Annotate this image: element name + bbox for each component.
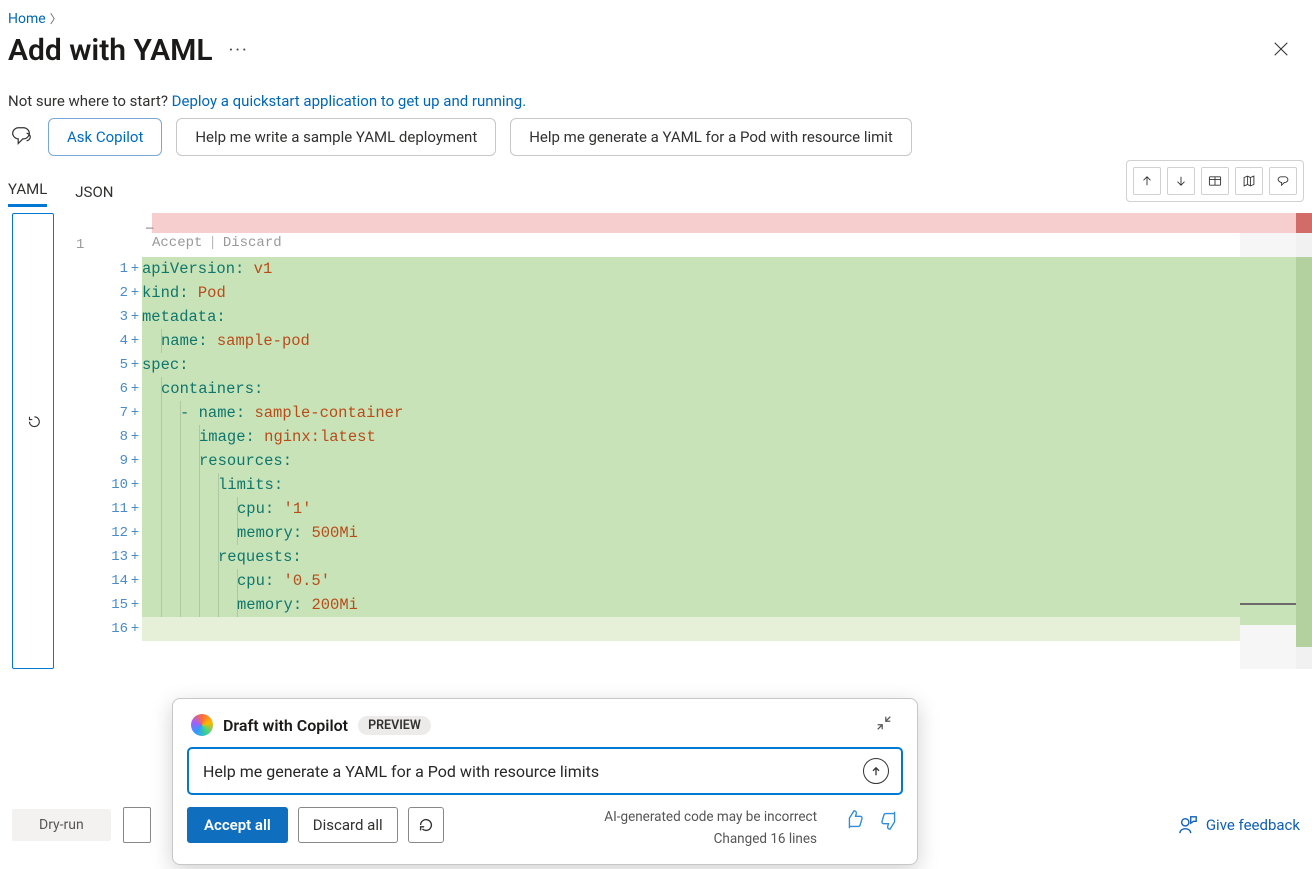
code-lines: 11+apiVersion: v12+kind: Pod3+metadata:4…: [54, 257, 1240, 641]
prompt-sample-deployment[interactable]: Help me write a sample YAML deployment: [176, 118, 496, 156]
deploy-quickstart-link[interactable]: Deploy a quickstart application to get u…: [172, 92, 527, 110]
code-line: 13+requests:: [54, 545, 1240, 569]
copilot-head: Draft with Copilot PREVIEW: [187, 709, 903, 747]
prompt-row: Ask Copilot Help me write a sample YAML …: [0, 118, 1312, 156]
copilot-toggle-button[interactable]: [1269, 167, 1297, 195]
minimap-added: [1240, 257, 1296, 625]
code-line: 9+resources:: [54, 449, 1240, 473]
code-line: 4+name: sample-pod: [54, 329, 1240, 353]
close-button[interactable]: [1268, 36, 1294, 66]
editor-tabstrip: YAML JSON: [0, 156, 1312, 207]
close-icon: [1272, 40, 1290, 58]
copilot-input-wrap: [187, 747, 903, 795]
codelens-discard[interactable]: Discard: [223, 231, 282, 255]
minimap[interactable]: [1240, 213, 1296, 669]
collapse-button[interactable]: [869, 713, 899, 737]
breadcrumb-home[interactable]: Home: [8, 11, 46, 27]
arrow-up-icon: [870, 765, 882, 778]
ruler-deleted: [1296, 213, 1312, 233]
overview-ruler[interactable]: [1296, 213, 1312, 669]
code-editor[interactable]: — Accept | Discard 11+apiVersion: v12+ki…: [54, 213, 1312, 669]
old-line-number: 1: [76, 233, 84, 257]
code-line: 6+containers:: [54, 377, 1240, 401]
ask-copilot-button[interactable]: Ask Copilot: [48, 118, 162, 156]
send-button[interactable]: [863, 758, 889, 784]
breadcrumb: Home 〉: [0, 0, 1312, 31]
copilot-title: Draft with Copilot: [223, 716, 348, 735]
arrow-down-icon: [1174, 172, 1188, 190]
tab-json[interactable]: JSON: [75, 177, 113, 207]
arrow-up-icon: [1140, 172, 1154, 190]
ruler-added: [1296, 257, 1312, 647]
give-feedback-label: Give feedback: [1206, 816, 1300, 834]
dry-run-button[interactable]: Dry-run: [12, 809, 111, 841]
hint-text: Not sure where to start? Deploy a quicks…: [0, 78, 1312, 118]
split-icon: [1208, 172, 1222, 190]
page-title: Add with YAML: [8, 33, 213, 68]
more-icon[interactable]: ···: [229, 42, 249, 60]
chevron-right-icon: 〉: [50, 10, 62, 27]
prompt-pod-resource-limits[interactable]: Help me generate a YAML for a Pod with r…: [510, 118, 912, 156]
minimap-deleted: [1240, 213, 1296, 233]
adjacent-button[interactable]: [123, 807, 151, 843]
codelens: Accept | Discard: [152, 233, 282, 253]
map-view-button[interactable]: [1235, 167, 1263, 195]
split-view-button[interactable]: [1201, 167, 1229, 195]
code-line: 12+memory: 500Mi: [54, 521, 1240, 545]
codelens-sep: |: [208, 231, 216, 255]
code-line: 16+: [54, 617, 1240, 641]
upload-button[interactable]: [1133, 167, 1161, 195]
deleted-strip: [152, 213, 1240, 233]
code-line: 1+apiVersion: v1: [54, 257, 1240, 281]
copilot-logo-icon: [191, 714, 213, 736]
editor-margin: [12, 213, 54, 669]
minimap-caret: [1240, 603, 1296, 605]
code-line: 8+image: nginx:latest: [54, 425, 1240, 449]
feedback-icon: [1178, 815, 1198, 835]
code-line: 2+kind: Pod: [54, 281, 1240, 305]
preview-badge: PREVIEW: [358, 716, 431, 735]
copilot-small-icon: [1276, 172, 1290, 190]
footer-bar: Dry-run Give feedback: [12, 807, 1300, 843]
give-feedback-link[interactable]: Give feedback: [1178, 815, 1300, 835]
copilot-icon: [8, 124, 34, 150]
code-line: 10+limits:: [54, 473, 1240, 497]
title-row: Add with YAML ···: [0, 31, 1312, 78]
editor-wrap: — Accept | Discard 11+apiVersion: v12+ki…: [12, 213, 1312, 669]
code-line: 14+cpu: '0.5': [54, 569, 1240, 593]
editor-toolbar: [1126, 160, 1304, 202]
page-root: Home 〉 Add with YAML ··· Not sure where …: [0, 0, 1312, 869]
tab-yaml[interactable]: YAML: [8, 174, 47, 207]
code-line: 7+- name: sample-container: [54, 401, 1240, 425]
code-line: 3+metadata:: [54, 305, 1240, 329]
map-icon: [1242, 172, 1256, 190]
code-line: 15+memory: 200Mi: [54, 593, 1240, 617]
hint-prefix: Not sure where to start?: [8, 92, 172, 110]
copilot-input[interactable]: [201, 761, 863, 782]
revert-icon[interactable]: [26, 414, 40, 432]
code-line: 5+spec:: [54, 353, 1240, 377]
code-line: 11+cpu: '1': [54, 497, 1240, 521]
collapse-icon: [875, 714, 893, 732]
download-button[interactable]: [1167, 167, 1195, 195]
codelens-accept[interactable]: Accept: [152, 231, 202, 255]
